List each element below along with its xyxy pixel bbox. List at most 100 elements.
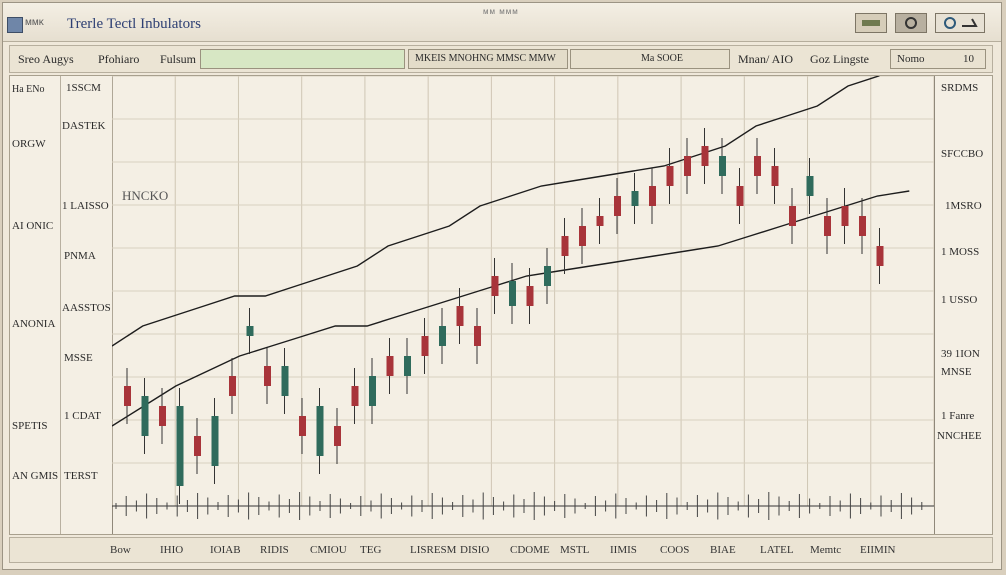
candle-body xyxy=(684,156,691,176)
price-chart[interactable]: HNCKO xyxy=(112,76,934,534)
status-item[interactable]: TEG xyxy=(360,544,381,556)
candle-body xyxy=(736,186,744,206)
status-item[interactable]: BIAE xyxy=(710,544,736,556)
toolbar-item-1[interactable]: Sreo Augys xyxy=(18,52,74,67)
axis-label-7: 1 CDAT xyxy=(64,410,101,422)
app-icon xyxy=(7,17,23,33)
status-item[interactable]: IHIO xyxy=(160,544,183,556)
status-item[interactable]: LATEL xyxy=(760,544,794,556)
candle-body xyxy=(544,266,551,286)
candle-body xyxy=(176,406,184,486)
toolbar-input-3-text: Ma SOOE xyxy=(641,53,683,64)
status-item[interactable]: Memtc xyxy=(810,544,841,556)
candle-body xyxy=(666,166,674,186)
minimize-button[interactable] xyxy=(855,13,887,33)
right-label-9: NNCHEE xyxy=(937,430,982,442)
axis-label-5: AASSTOS xyxy=(62,302,111,314)
toolbar-item-4[interactable]: Mnan/ AIO xyxy=(738,52,793,67)
toolbar-item-5[interactable]: Goz Lingste xyxy=(810,52,869,67)
candle-body xyxy=(561,236,569,256)
right-axis: SRDMS SFCCBO 1MSRO 1 MOSS 1 USSO 39 1ION… xyxy=(934,76,993,534)
status-item[interactable]: LISRESM xyxy=(410,544,456,556)
candle-body xyxy=(771,166,779,186)
zoom-control[interactable]: Nomo 10 xyxy=(890,49,986,69)
app-window: ᴍᴍᴋ Trerle Tectl Inbulators ᴍᴍ ᴍᴍᴍ Sreo … xyxy=(2,2,1002,570)
candle-body xyxy=(876,246,884,266)
chart-grid xyxy=(112,76,934,507)
zoom-label: Nomo xyxy=(897,53,925,65)
axis-label-1: 1SSCM xyxy=(66,82,101,94)
volume-bars xyxy=(112,492,934,520)
settings-button[interactable] xyxy=(895,13,927,33)
right-label-4: 1 MOSS xyxy=(941,246,980,258)
candle-body xyxy=(246,326,254,336)
status-item[interactable]: COOS xyxy=(660,544,689,556)
candle-body xyxy=(841,206,849,226)
candle-body xyxy=(789,206,796,226)
title-bar: ᴍᴍᴋ Trerle Tectl Inbulators ᴍᴍ ᴍᴍᴍ xyxy=(3,3,1001,42)
candle-body xyxy=(526,286,534,306)
candlesticks xyxy=(124,128,884,504)
left-label-3: AI ONIC xyxy=(12,220,54,232)
status-item[interactable]: CDOME xyxy=(510,544,550,556)
candle-body xyxy=(509,281,516,306)
search-icon xyxy=(944,17,978,29)
right-label-2: SFCCBO xyxy=(941,148,984,160)
app-name: ᴍᴍᴋ xyxy=(25,17,44,28)
candle-body xyxy=(159,406,166,426)
candle-body xyxy=(649,186,656,206)
axis-label-6: MSSE xyxy=(64,352,93,364)
candle-body xyxy=(491,276,499,296)
left-label-panel: Ha ENo ORGW AI ONIC ANONIA SPETIS AN GMI… xyxy=(10,76,61,534)
search-button[interactable] xyxy=(935,13,985,33)
status-item[interactable]: Bow xyxy=(110,544,131,556)
candle-body xyxy=(439,326,446,346)
right-label-8: 1 Fanre xyxy=(941,410,975,422)
minimize-icon xyxy=(862,20,880,26)
status-item[interactable]: IIMIS xyxy=(610,544,637,556)
chart-frame: Ha ENo ORGW AI ONIC ANONIA SPETIS AN GMI… xyxy=(9,75,993,535)
left-label-1: Ha ENo xyxy=(12,84,45,95)
toolbar-input-1[interactable] xyxy=(200,49,405,69)
toolbar-input-3[interactable]: Ma SOOE xyxy=(570,49,730,69)
candle-body xyxy=(281,366,289,396)
candle-body xyxy=(299,416,306,436)
right-label-1: SRDMS xyxy=(941,82,979,94)
title-center-text: ᴍᴍ ᴍᴍᴍ xyxy=(483,7,519,16)
status-item[interactable]: CMIOU xyxy=(310,544,347,556)
axis-label-4: PNMA xyxy=(64,250,96,262)
candle-body xyxy=(754,156,761,176)
candle-body xyxy=(316,406,324,456)
candle-body xyxy=(596,216,604,226)
candle-body xyxy=(579,226,586,246)
right-label-5: 1 USSO xyxy=(941,294,978,306)
candle-body xyxy=(229,376,236,396)
status-bar: Bow IHIO IOIAB RIDIS CMIOU TEG LISRESM DISIO CDO… xyxy=(9,537,993,563)
toolbar-input-text: MKEIS MNOHNG MMSC MMW xyxy=(415,53,556,64)
candle-body xyxy=(264,366,271,386)
candle-body xyxy=(404,356,411,376)
axis-label-8: TERST xyxy=(64,470,98,482)
candle-body xyxy=(631,191,639,206)
status-item[interactable]: RIDIS xyxy=(260,544,289,556)
status-item[interactable]: EIIMIN xyxy=(860,544,895,556)
status-item[interactable]: MSTL xyxy=(560,544,589,556)
status-item[interactable]: DISIO xyxy=(460,544,489,556)
candle-body xyxy=(351,386,359,406)
candle-body xyxy=(369,376,376,406)
candle-body xyxy=(124,386,131,406)
left-label-2: ORGW xyxy=(12,138,46,150)
left-label-6: AN GMIS xyxy=(12,470,59,482)
candle-body xyxy=(824,216,831,236)
chart-overlay-label: HNCKO xyxy=(122,188,168,203)
toolbar-input-2[interactable]: MKEIS MNOHNG MMSC MMW xyxy=(408,49,568,69)
candle-body xyxy=(456,306,464,326)
gear-icon xyxy=(905,17,917,29)
status-item[interactable]: IOIAB xyxy=(210,544,241,556)
right-label-6: 39 1ION xyxy=(941,348,980,360)
left-axis: 1SSCM DASTEK 1 LAISSO PNMA AASSTOS MSSE … xyxy=(60,76,113,534)
toolbar: Sreo Augys Pfohiaro Fulsum MKEIS MNOHNG … xyxy=(9,45,993,73)
toolbar-item-3[interactable]: Fulsum xyxy=(160,52,196,67)
candle-body xyxy=(701,146,709,166)
toolbar-item-2[interactable]: Pfohiaro xyxy=(98,52,139,67)
